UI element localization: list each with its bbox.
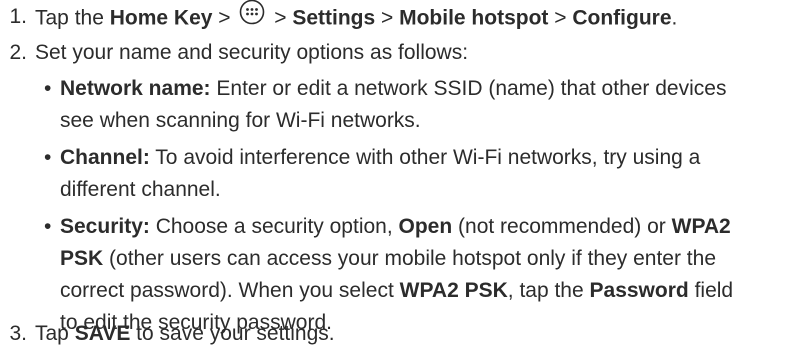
term-label: Network name: — [60, 77, 211, 100]
step-1: 1. Tap the Home Key > > Settings > Mobil… — [0, 0, 678, 37]
wpa2-option-part2: PSK — [60, 247, 104, 270]
wpa2-psk-label: WPA2 PSK — [399, 279, 508, 302]
description: Choose a security option, — [149, 215, 399, 238]
step-3: 3. Tap SAVE to save your settings. — [0, 318, 335, 350]
separator: > — [548, 6, 573, 30]
save-label: SAVE — [74, 322, 131, 345]
separator: > — [375, 6, 400, 30]
description: Enter or edit a network SSID (name) that… — [210, 77, 727, 100]
apps-grid-icon — [239, 0, 265, 35]
description: correct password). When you select — [60, 279, 400, 302]
period: . — [671, 6, 678, 30]
term-label: Security: — [60, 215, 150, 238]
mobile-hotspot-label: Mobile hotspot — [399, 6, 549, 30]
bullet-dot: • — [44, 77, 52, 100]
password-label: Password — [589, 279, 689, 302]
options-list: • Network name: Enter or edit a network … — [44, 73, 788, 344]
separator: > — [268, 6, 293, 30]
step-number: 2. — [9, 41, 27, 64]
step-text: Tap — [35, 322, 75, 345]
list-item-network-name: • Network name: Enter or edit a network … — [44, 73, 788, 137]
step-number: 1. — [9, 5, 27, 28]
list-item-channel: • Channel: To avoid interference with ot… — [44, 142, 788, 206]
description: To avoid interference with other Wi-Fi n… — [149, 146, 701, 169]
open-option: Open — [398, 215, 453, 238]
description: , tap the — [507, 279, 590, 302]
separator: > — [212, 6, 237, 30]
home-key-label: Home Key — [109, 6, 213, 30]
description-cont: see when scanning for Wi-Fi networks. — [60, 109, 421, 132]
settings-label: Settings — [292, 6, 376, 30]
instructions-page: 1. Tap the Home Key > > Settings > Mobil… — [0, 0, 794, 351]
configure-label: Configure — [572, 6, 672, 30]
bullet-dot: • — [44, 146, 52, 169]
step-text: to save your settings. — [130, 322, 335, 345]
term-label: Channel: — [60, 146, 150, 169]
description: field — [688, 279, 734, 302]
wpa2-option-part1: WPA2 — [671, 215, 731, 238]
step-number: 3. — [9, 322, 27, 345]
step-text: Tap the — [35, 6, 110, 30]
step-text: Set your name and security options as fo… — [35, 41, 469, 64]
bullet-dot: • — [44, 215, 52, 238]
description-cont: different channel. — [60, 178, 221, 201]
step-2: 2. Set your name and security options as… — [0, 37, 468, 69]
description: (other users can access your mobile hots… — [103, 247, 717, 270]
description: (not recommended) or — [452, 215, 672, 238]
